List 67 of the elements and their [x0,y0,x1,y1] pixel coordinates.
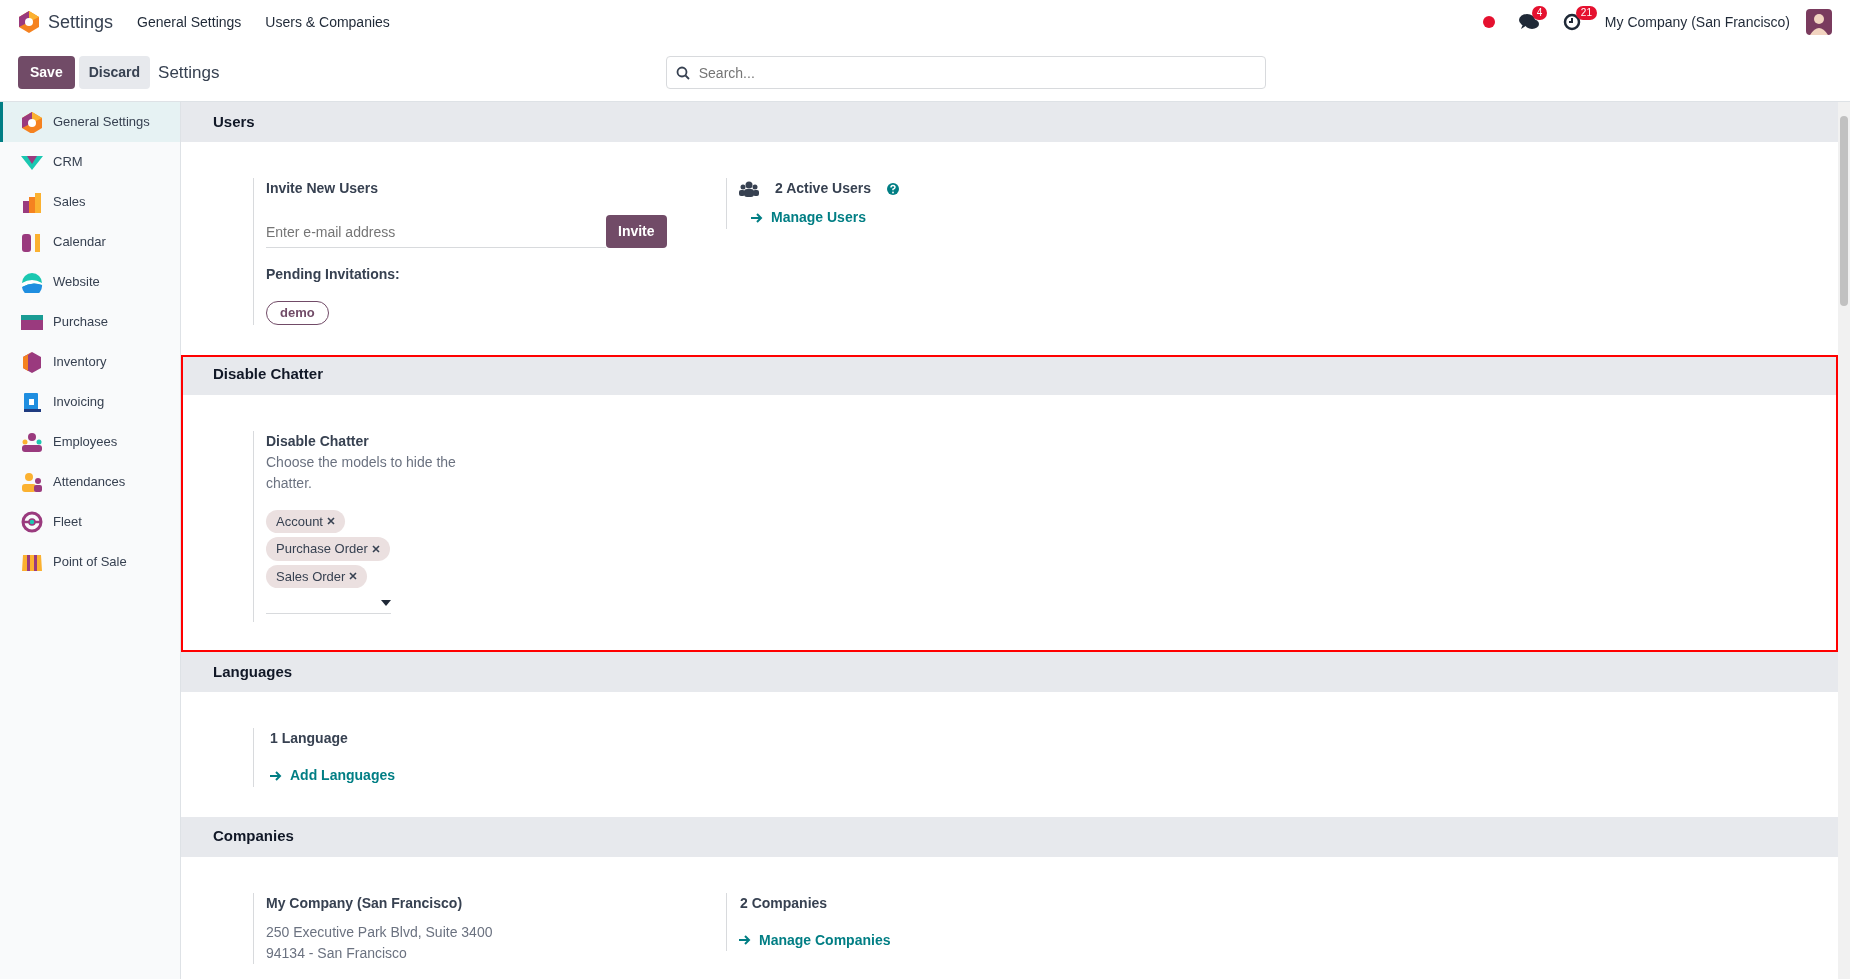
recording-dot-icon[interactable] [1482,16,1495,28]
sidebar-item[interactable]: Point of Sale [0,542,180,582]
help-icon[interactable] [887,182,899,195]
invite-button[interactable]: Invite [606,215,667,248]
remove-icon[interactable] [327,517,335,526]
model-tag[interactable]: Account [266,509,345,533]
company-name: My Company (San Francisco) [266,893,464,913]
clock-icon[interactable] [1562,13,1581,31]
steering-wheel-icon [21,511,43,533]
save-button[interactable]: Save [18,56,75,89]
sidebar-item[interactable]: Calendar [0,222,180,262]
sidebar-item[interactable]: Employees [0,422,180,462]
sidebar-item[interactable]: General Settings [0,102,180,142]
sidebar-item[interactable]: Fleet [0,502,180,542]
user-avatar[interactable] [1806,9,1832,35]
sidebar-item[interactable]: CRM [0,142,180,182]
sidebar-item[interactable]: Website [0,262,180,302]
field-label: 2 Active Users [775,179,871,198]
people-icon [21,431,43,453]
users-icon [739,179,759,198]
arrow-icon [270,770,282,781]
link[interactable]: Manage Companies [739,929,891,951]
link[interactable]: Add Languages [270,765,395,786]
search-icon [675,66,690,80]
people-icon [21,471,43,493]
sidebar-item[interactable]: Invoicing [0,382,180,422]
field-description: Choose the models to hide the chatter. [266,452,457,493]
field-label: 2 Companies [739,893,829,913]
section-heading: Disable Chatter [181,354,1838,395]
search-field[interactable]: Search... [665,56,1266,89]
field-label: 1 Language [270,729,349,748]
model-tag[interactable]: Sales Order [266,564,368,588]
app-logo-icon [21,111,43,133]
cube-icon [21,351,43,373]
chat-icon[interactable] [1518,13,1539,31]
invoice-icon [21,391,43,413]
company-address: 250 Executive Park Blvd, Suite 3400 [266,922,494,942]
company-switcher[interactable]: My Company (San Francisco) [1604,11,1790,33]
field-label: Invite New Users [266,179,380,198]
section-heading: Languages [181,652,1838,692]
bar-chart-icon [21,191,43,213]
notification-badge: 4 [1531,6,1548,20]
scrollbar[interactable] [1838,102,1850,979]
arrow-icon [739,935,751,945]
section-heading: Users [181,102,1838,142]
section-heading: Companies [181,816,1838,857]
field-label: Pending Invitations: [266,265,401,284]
remove-icon[interactable] [349,572,358,581]
app-logo-icon[interactable] [18,10,40,34]
model-tag[interactable]: Purchase Order [266,537,390,561]
caret-icon [381,599,391,606]
sidebar-item[interactable]: Attendances [0,462,180,502]
arrow-icon [751,212,763,223]
app-title: Settings [48,10,114,34]
remove-icon[interactable] [371,544,380,553]
field-label: Disable Chatter [266,431,370,451]
company-address: 94134 - San Francisco [266,943,408,963]
discard-button[interactable]: Discard [78,56,151,89]
menu-item[interactable]: Users & Companies [265,11,390,33]
breadcrumb: Settings [158,61,220,84]
globe-icon [21,271,43,293]
notification-badge: 21 [1575,6,1597,20]
sidebar-item[interactable]: Inventory [0,342,180,382]
menu-item[interactable]: General Settings [137,11,242,33]
sidebar-item[interactable]: Purchase [0,302,180,342]
link[interactable]: Manage Users [751,207,866,228]
sidebar-item[interactable]: Sales [0,182,180,222]
